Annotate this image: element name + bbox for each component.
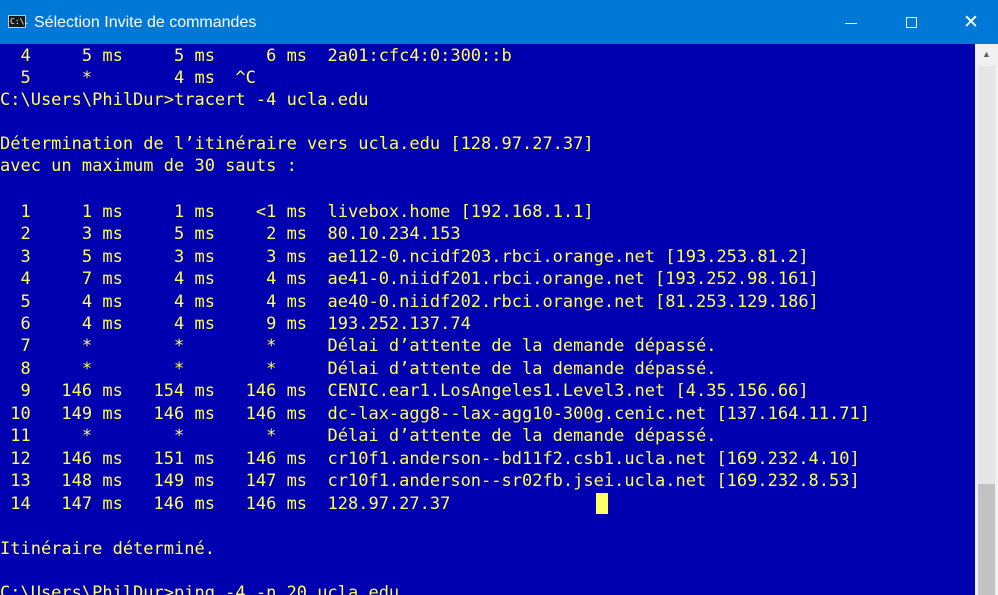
console-line: 1 1 ms 1 ms <1 ms livebox.home [192.168.… [0,202,594,222]
console-line: Détermination de l’itinéraire vers ucla.… [0,134,594,154]
close-button[interactable]: ✕ [940,0,998,44]
console-line: 4 7 ms 4 ms 4 ms ae41-0.niidf201.rbci.or… [0,269,819,289]
title-bar[interactable]: C:\. Sélection Invite de commandes ✕ [0,0,998,44]
console-line: C:\Users\PhilDur>ping -4 -n 20 ucla.edu [0,583,400,595]
console-line: C:\Users\PhilDur>tracert -4 ucla.edu [0,90,369,110]
vertical-scrollbar[interactable]: ▲ [975,44,998,595]
console-line: 8 * * * Délai d’attente de la demande dé… [0,359,717,379]
console-line: 7 * * * Délai d’attente de la demande dé… [0,336,717,356]
console-line: 12 146 ms 151 ms 146 ms cr10f1.anderson-… [0,449,860,469]
text-cursor [596,493,608,514]
cmd-icon: C:\. [8,15,30,28]
console-line: 14 147 ms 146 ms 146 ms 128.97.27.37 [0,494,451,514]
maximize-button[interactable] [880,0,942,44]
close-icon: ✕ [963,10,979,33]
console-line: 5 * 4 ms ^C [0,68,256,88]
console-line: 3 5 ms 3 ms 3 ms ae112-0.ncidf203.rbci.o… [0,247,809,267]
console-line: 5 4 ms 4 ms 4 ms ae40-0.niidf202.rbci.or… [0,292,819,312]
console-line: 10 149 ms 146 ms 146 ms dc-lax-agg8--lax… [0,404,870,424]
console-line: Itinéraire déterminé. [0,539,215,559]
console-line: 2 3 ms 5 ms 2 ms 80.10.234.153 [0,224,461,244]
console-line: avec un maximum de 30 sauts : [0,156,297,176]
console-line: 4 5 ms 5 ms 6 ms 2a01:cfc4:0:300::b [0,46,512,66]
console-line: 13 148 ms 149 ms 147 ms cr10f1.anderson-… [0,471,860,491]
window-title: Sélection Invite de commandes [34,14,257,31]
minimize-button[interactable] [820,0,882,44]
console-line: 6 4 ms 4 ms 9 ms 193.252.137.74 [0,314,471,334]
console-line: 9 146 ms 154 ms 146 ms CENIC.ear1.LosAng… [0,381,809,401]
maximize-icon [905,16,917,28]
scroll-up-icon[interactable]: ▲ [975,44,998,64]
console-output[interactable]: 4 5 ms 5 ms 6 ms 2a01:cfc4:0:300::b 5 * … [0,44,975,595]
minimize-icon [845,22,857,24]
console-line: 11 * * * Délai d’attente de la demande d… [0,426,717,446]
scrollbar-thumb[interactable] [978,484,995,595]
